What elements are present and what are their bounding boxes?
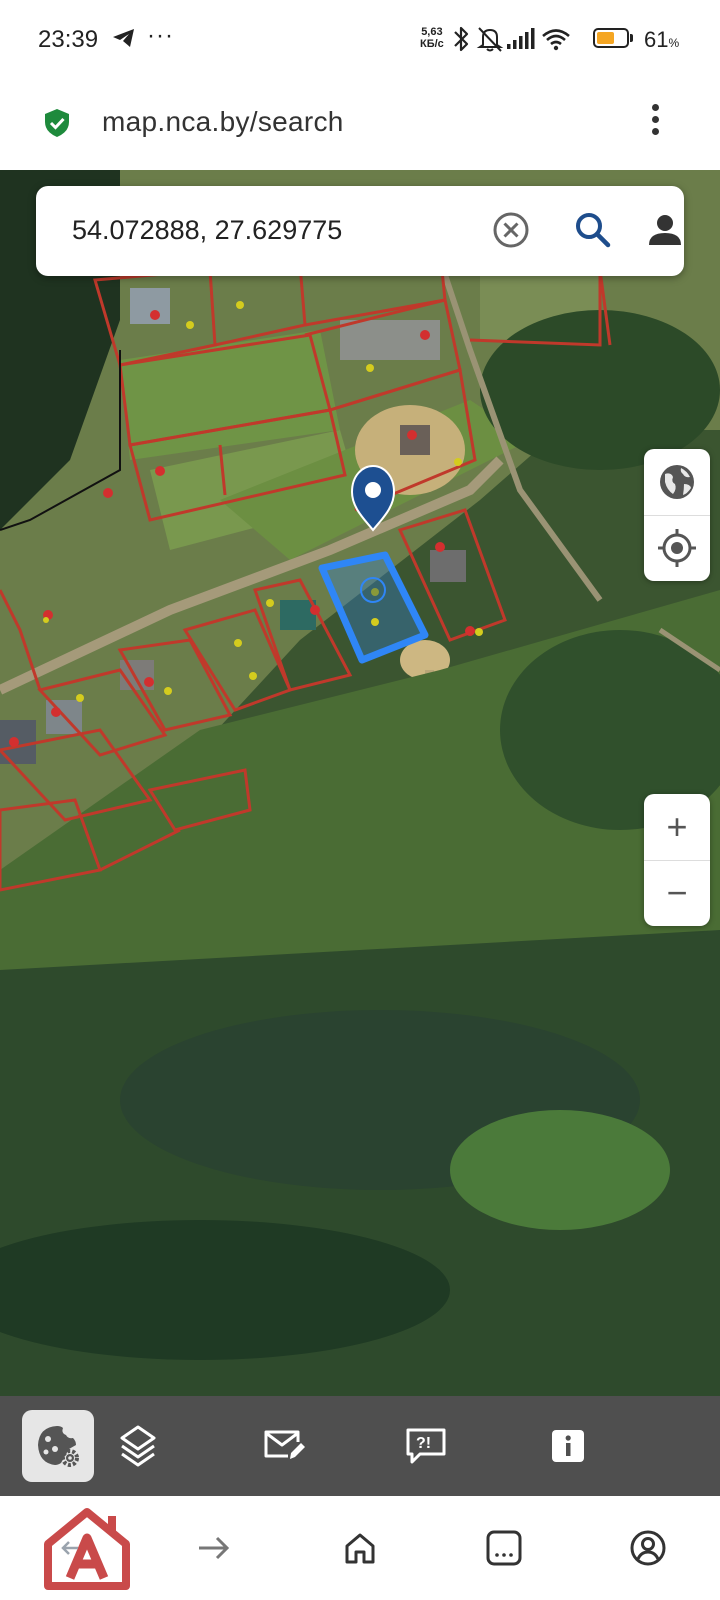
zoom-out-button[interactable]: − bbox=[644, 860, 710, 926]
tabs-button[interactable] bbox=[474, 1518, 534, 1578]
battery-percent: 61% bbox=[644, 27, 679, 53]
feedback-icon[interactable]: ?! bbox=[404, 1426, 448, 1466]
search-input[interactable] bbox=[72, 210, 432, 250]
status-overflow-dots: ··· bbox=[147, 22, 174, 49]
browser-nav-bar bbox=[0, 1496, 720, 1600]
back-button[interactable] bbox=[42, 1506, 132, 1590]
home-button[interactable] bbox=[330, 1518, 390, 1578]
cookie-settings-icon[interactable] bbox=[35, 1423, 81, 1469]
wifi-icon bbox=[542, 29, 570, 51]
mail-edit-button[interactable] bbox=[248, 1410, 320, 1482]
locate-icon[interactable] bbox=[656, 527, 698, 569]
map-layer-controls bbox=[644, 449, 710, 581]
tabs-icon[interactable] bbox=[485, 1529, 523, 1567]
signal-icon bbox=[507, 28, 535, 49]
home-icon[interactable] bbox=[343, 1531, 377, 1565]
layers-icon[interactable] bbox=[118, 1424, 158, 1468]
bluetooth-icon bbox=[454, 26, 469, 52]
zoom-in-button[interactable]: + bbox=[644, 794, 710, 860]
layers-button[interactable] bbox=[102, 1410, 174, 1482]
clear-icon[interactable] bbox=[492, 211, 530, 249]
forward-button[interactable] bbox=[184, 1518, 244, 1578]
info-icon[interactable] bbox=[550, 1428, 586, 1464]
bell-off-icon bbox=[476, 27, 504, 52]
satellite-imagery[interactable] bbox=[0, 170, 720, 1396]
status-bar: 23:39 ··· 5,63 КБ/с 61% bbox=[0, 0, 720, 78]
shield-check-icon[interactable] bbox=[44, 108, 70, 138]
forward-icon[interactable] bbox=[197, 1534, 231, 1562]
zoom-out-icon[interactable]: − bbox=[666, 872, 687, 914]
app-toolbar: ?! bbox=[0, 1396, 720, 1496]
battery-percent-value: 61 bbox=[644, 27, 669, 52]
status-time: 23:39 bbox=[38, 26, 99, 53]
telegram-icon bbox=[113, 29, 134, 47]
network-speed-unit: КБ/с bbox=[420, 38, 444, 50]
network-speed-value: 5,63 bbox=[421, 26, 443, 38]
zoom-in-icon[interactable]: + bbox=[666, 806, 687, 848]
cookie-settings-button[interactable] bbox=[22, 1410, 94, 1482]
globe-button[interactable] bbox=[644, 449, 710, 515]
back-icon[interactable] bbox=[42, 1506, 132, 1590]
browser-url-bar[interactable]: map.nca.by/search bbox=[0, 78, 720, 170]
url-text[interactable]: map.nca.by/search bbox=[102, 106, 344, 138]
account-icon[interactable] bbox=[629, 1529, 667, 1567]
network-speed: 5,63 КБ/с bbox=[420, 26, 444, 50]
battery-cap bbox=[630, 34, 633, 42]
locate-button[interactable] bbox=[644, 515, 710, 581]
feedback-button[interactable]: ?! bbox=[390, 1410, 462, 1482]
info-button[interactable] bbox=[532, 1410, 604, 1482]
user-icon[interactable] bbox=[647, 212, 683, 248]
map-view[interactable] bbox=[0, 170, 720, 1396]
status-icons bbox=[454, 26, 570, 52]
zoom-controls: + − bbox=[644, 794, 710, 926]
coordinate-search-box bbox=[36, 186, 684, 276]
battery-icon bbox=[593, 28, 629, 48]
battery-percent-sign: % bbox=[668, 36, 680, 50]
mail-edit-icon[interactable] bbox=[262, 1428, 306, 1464]
globe-icon[interactable] bbox=[657, 462, 697, 502]
search-icon[interactable] bbox=[573, 210, 613, 250]
battery-level bbox=[597, 32, 614, 44]
svg-text:?!: ?! bbox=[416, 1435, 431, 1452]
kebab-menu-icon[interactable] bbox=[650, 104, 660, 140]
account-button[interactable] bbox=[618, 1518, 678, 1578]
